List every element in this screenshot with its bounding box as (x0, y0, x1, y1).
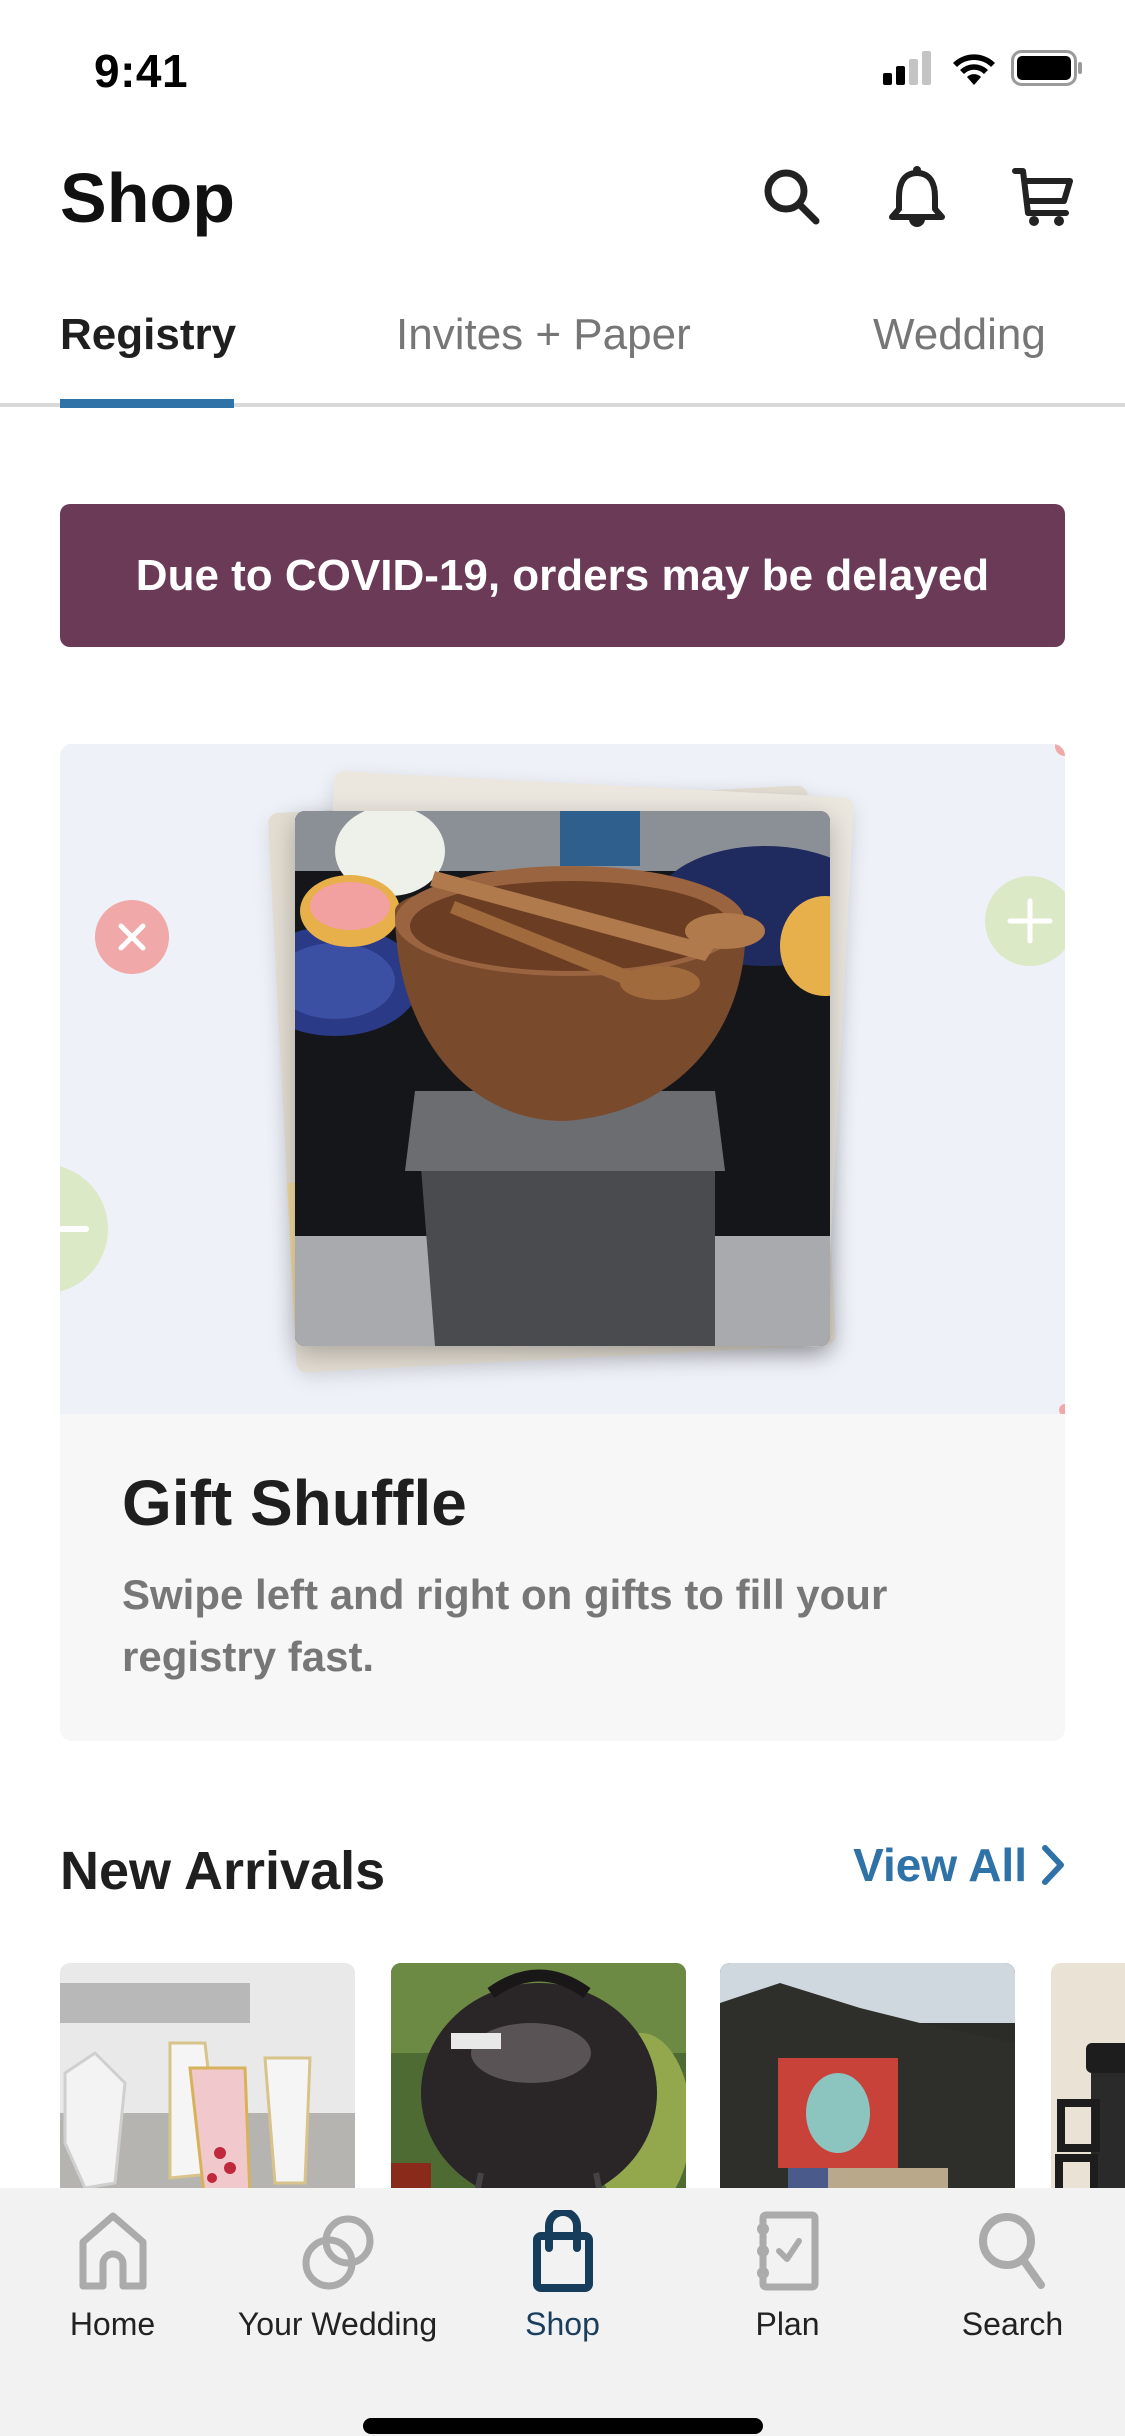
rings-icon (302, 2215, 373, 2290)
minus-icon (60, 1226, 89, 1232)
bell-icon (889, 166, 945, 227)
cart-button[interactable] (1010, 164, 1076, 230)
product-card-mugs[interactable] (1051, 1963, 1125, 2223)
wifi-icon (953, 54, 995, 85)
product-image (1051, 1963, 1125, 2223)
tab-bar-shop[interactable]: Shop (450, 2210, 675, 2360)
decorative-circle (60, 1164, 108, 1294)
gift-shuffle-title: Gift Shuffle (122, 1467, 467, 1539)
close-icon (118, 923, 146, 951)
tab-bar-label: Shop (525, 2306, 600, 2342)
battery-icon (1011, 50, 1082, 86)
product-card-glasses[interactable] (60, 1963, 355, 2223)
product-image (720, 1963, 1015, 2223)
featured-gift-image[interactable] (295, 811, 830, 1346)
checklist-icon (756, 2211, 818, 2291)
product-image (391, 1963, 686, 2223)
tab-bar-label: Search (961, 2306, 1064, 2342)
cellular-signal-icon (883, 51, 931, 85)
status-icons (883, 50, 1083, 86)
product-card-grill[interactable] (391, 1963, 686, 2223)
search-icon (764, 169, 820, 225)
tab-bar-label: Your Wedding (237, 2306, 438, 2342)
decorative-dot (1059, 1404, 1065, 1414)
notifications-button[interactable] (884, 164, 950, 230)
salad-bowl-photo (295, 811, 830, 1346)
tab-bar-search[interactable]: Search (900, 2210, 1125, 2360)
plus-icon (1007, 898, 1053, 944)
banner-text: Due to COVID-19, orders may be delayed (135, 550, 990, 600)
tab-bar-label: Home (69, 2306, 156, 2342)
reject-gift-button[interactable] (95, 900, 169, 974)
active-tab-indicator (60, 399, 234, 408)
chevron-right-icon (1042, 1845, 1064, 1885)
tab-bar-label: Plan (755, 2306, 820, 2342)
tab-bar-plan[interactable]: Plan (675, 2210, 900, 2360)
product-image (60, 1963, 355, 2223)
status-time: 9:41 (94, 45, 189, 97)
tab-invites-paper[interactable]: Invites + Paper (396, 310, 691, 360)
tab-bar-home[interactable]: Home (0, 2210, 225, 2360)
tab-bar-your-wedding[interactable]: Your Wedding (225, 2210, 450, 2360)
header-search-button[interactable] (759, 164, 825, 230)
new-arrivals-title: New Arrivals (60, 1841, 386, 1901)
product-card-picnic-basket[interactable] (720, 1963, 1015, 2223)
tab-registry[interactable]: Registry (60, 310, 236, 360)
tab-wedding[interactable]: Wedding (873, 310, 1046, 360)
view-all-link[interactable]: View All (853, 1838, 1065, 1892)
home-icon (79, 2212, 146, 2290)
covid-notice-banner: Due to COVID-19, orders may be delayed (60, 504, 1065, 647)
shopping-bag-icon (532, 2210, 593, 2292)
search-icon (978, 2213, 1045, 2289)
shop-tabs: Registry Invites + Paper Wedding (0, 300, 1125, 408)
view-all-label: View All (853, 1839, 1027, 1891)
page-title: Shop (60, 159, 235, 237)
cart-icon (1012, 168, 1073, 226)
accept-gift-button[interactable] (985, 876, 1065, 966)
decorative-dot (1055, 744, 1065, 756)
gift-shuffle-subtitle: Swipe left and right on gifts to fill yo… (122, 1571, 888, 1680)
gift-shuffle-visual (60, 744, 1065, 1414)
bottom-tab-bar: Home Your Wedding Shop Plan Search (0, 2188, 1125, 2436)
home-indicator[interactable] (363, 2418, 763, 2434)
gift-shuffle-card[interactable]: Gift Shuffle Swipe left and right on gif… (60, 744, 1065, 1741)
